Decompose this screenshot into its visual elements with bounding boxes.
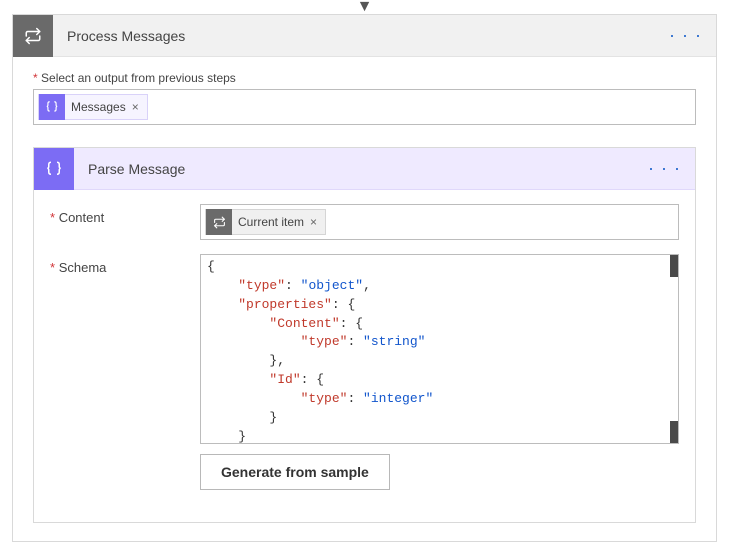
schema-label: * Schema	[50, 254, 200, 275]
parse-message-card: Parse Message · · · * Content	[33, 147, 696, 523]
current-item-token[interactable]: Current item ×	[205, 209, 326, 235]
schema-editor[interactable]: { "type": "object", "properties": { "Con…	[200, 254, 679, 444]
process-messages-body: * Select an output from previous steps M…	[13, 57, 716, 541]
scrollbar-thumb[interactable]	[670, 255, 678, 277]
schema-line: "Id": {	[207, 371, 672, 390]
braces-icon	[39, 94, 65, 120]
output-field-label: * Select an output from previous steps	[33, 71, 696, 85]
schema-label-text: Schema	[59, 260, 107, 275]
current-item-token-remove[interactable]: ×	[310, 215, 317, 229]
required-asterisk: *	[33, 71, 38, 85]
messages-token-remove[interactable]: ×	[132, 100, 139, 114]
flow-arrow-icon: ▼	[0, 0, 729, 14]
process-messages-more-button[interactable]: · · ·	[665, 21, 706, 50]
schema-line: "type": "integer"	[207, 390, 672, 409]
messages-token-label: Messages	[71, 100, 126, 114]
schema-line: "properties": {	[207, 296, 672, 315]
schema-line: },	[207, 352, 672, 371]
loop-icon	[206, 209, 232, 235]
process-messages-title: Process Messages	[67, 28, 185, 44]
schema-line: "Content": {	[207, 315, 672, 334]
output-field-label-text: Select an output from previous steps	[41, 71, 236, 85]
output-input[interactable]: Messages ×	[33, 89, 696, 125]
content-label: * Content	[50, 204, 200, 225]
required-asterisk: *	[50, 260, 55, 275]
loop-icon	[13, 15, 53, 57]
messages-token[interactable]: Messages ×	[38, 94, 148, 120]
schema-line: "type": "string"	[207, 333, 672, 352]
parse-message-header[interactable]: Parse Message · · ·	[34, 148, 695, 190]
schema-line: }	[207, 409, 672, 428]
process-messages-card: Process Messages · · · * Select an outpu…	[12, 14, 717, 542]
schema-line: }	[207, 428, 672, 444]
schema-line: {	[207, 258, 672, 277]
schema-line: "type": "object",	[207, 277, 672, 296]
content-input[interactable]: Current item ×	[200, 204, 679, 240]
required-asterisk: *	[50, 210, 55, 225]
schema-row: * Schema { "type": "object", "properties…	[50, 254, 679, 490]
scrollbar-thumb[interactable]	[670, 421, 678, 443]
current-item-token-label: Current item	[238, 215, 304, 229]
parse-message-title: Parse Message	[88, 161, 185, 177]
content-row: * Content	[50, 204, 679, 240]
generate-from-sample-button[interactable]: Generate from sample	[200, 454, 390, 490]
parse-message-body: * Content	[34, 190, 695, 522]
braces-icon	[34, 148, 74, 190]
parse-message-more-button[interactable]: · · ·	[644, 154, 685, 183]
process-messages-header[interactable]: Process Messages · · ·	[13, 15, 716, 57]
content-label-text: Content	[59, 210, 105, 225]
